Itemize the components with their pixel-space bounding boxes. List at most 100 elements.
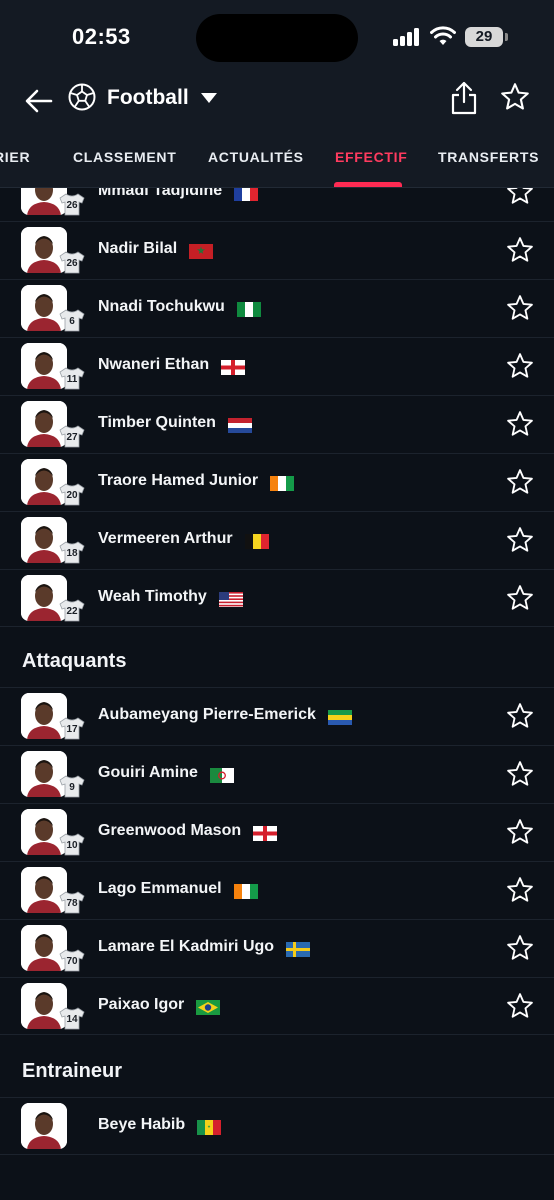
player-row[interactable]: 17 Aubameyang Pierre-Emerick: [0, 687, 554, 745]
player-name: Mmadi Tadjidine: [98, 188, 223, 199]
player-name: Timber Quinten: [98, 414, 216, 431]
flag-icon-ga: [327, 710, 352, 725]
jersey-number-icon: 9: [58, 774, 86, 798]
player-name: Traore Hamed Junior: [98, 472, 259, 489]
jersey-number-icon: 17: [58, 716, 86, 740]
player-row[interactable]: 14 Paixao Igor: [0, 977, 554, 1035]
star-outline-icon[interactable]: [506, 526, 534, 554]
flag-icon-se: [286, 942, 311, 957]
player-row[interactable]: 26 Mmadi Tadjidine: [0, 188, 554, 221]
status-bar: 02:53 29: [0, 0, 554, 76]
player-row[interactable]: 22 Weah Timothy: [0, 569, 554, 627]
player-name: Vermeeren Arthur: [98, 530, 233, 547]
flag-icon-fr: [234, 188, 259, 201]
flag-icon-ma: [189, 244, 214, 259]
flag-icon-be: [244, 534, 269, 549]
jersey-number-icon: 10: [58, 832, 86, 856]
jersey-number-icon: 18: [58, 540, 86, 564]
jersey-number-icon: 70: [58, 948, 86, 972]
jersey-number: 10: [66, 840, 78, 851]
player-row[interactable]: 6 Nnadi Tochukwu: [0, 279, 554, 337]
flag-icon-sn: [197, 1120, 222, 1135]
star-outline-icon[interactable]: [506, 352, 534, 380]
tab-transferts[interactable]: TRANSFERTS: [438, 149, 539, 165]
flag-icon-dz: [209, 768, 234, 783]
star-outline-icon[interactable]: [506, 876, 534, 904]
star-outline-icon[interactable]: [506, 702, 534, 730]
player-row[interactable]: 10 Greenwood Mason: [0, 803, 554, 861]
jersey-number-icon: 26: [58, 250, 86, 274]
jersey-number: 17: [66, 724, 78, 735]
flag-icon-ci: [233, 884, 258, 899]
jersey-number: 6: [69, 316, 75, 327]
jersey-number: 11: [66, 374, 78, 385]
share-icon[interactable]: [448, 80, 480, 116]
flag-icon-en: [253, 826, 278, 841]
jersey-number: 70: [66, 956, 78, 967]
player-row[interactable]: 20 Traore Hamed Junior: [0, 453, 554, 511]
flag-icon-ng: [236, 302, 261, 317]
jersey-number: 14: [66, 1014, 78, 1025]
dynamic-island: [196, 14, 358, 62]
top-app-bar: Football: [0, 76, 554, 126]
jersey-number: 26: [66, 258, 78, 269]
player-name: Lamare El Kadmiri Ugo: [98, 938, 275, 955]
star-outline-icon[interactable]: [506, 818, 534, 846]
player-name: Nadir Bilal: [98, 240, 178, 257]
player-row[interactable]: 18 Vermeeren Arthur: [0, 511, 554, 569]
player-row[interactable]: 11 Nwaneri Ethan: [0, 337, 554, 395]
active-tab-indicator: [334, 182, 402, 187]
jersey-number-icon: 6: [58, 308, 86, 332]
jersey-number: 9: [69, 782, 75, 793]
caret-down-icon[interactable]: [200, 92, 218, 104]
player-avatar: [21, 1103, 67, 1149]
jersey-number: 22: [66, 606, 78, 617]
flag-icon-br: [196, 1000, 221, 1015]
favorite-star-icon[interactable]: [500, 82, 530, 112]
jersey-number-icon: 26: [58, 192, 86, 216]
player-row[interactable]: 9 Gouiri Amine: [0, 745, 554, 803]
player-name: Paixao Igor: [98, 996, 185, 1013]
squad-list[interactable]: 26 Mmadi Tadjidine 26 Nadir Bilal 6 Nnadi Toc…: [0, 188, 554, 1200]
jersey-number-icon: 11: [58, 366, 86, 390]
jersey-number: 78: [66, 898, 78, 909]
star-outline-icon[interactable]: [506, 760, 534, 788]
flag-icon-en: [221, 360, 246, 375]
battery-indicator: 29: [465, 27, 503, 47]
tab-classement[interactable]: CLASSEMENT: [73, 149, 176, 165]
tab-actualites[interactable]: ACTUALITÉS: [208, 149, 304, 165]
tab-effectif[interactable]: EFFECTIF: [335, 149, 407, 165]
section-title: Entraineur: [22, 1060, 123, 1082]
star-outline-icon[interactable]: [506, 236, 534, 264]
jersey-number-icon: 27: [58, 424, 86, 448]
jersey-number: 27: [66, 432, 78, 443]
star-outline-icon[interactable]: [506, 992, 534, 1020]
jersey-number-icon: 78: [58, 890, 86, 914]
player-row[interactable]: 78 Lago Emmanuel: [0, 861, 554, 919]
star-outline-icon[interactable]: [506, 468, 534, 496]
tab-calendrier[interactable]: RIER: [0, 149, 30, 165]
arrow-left-icon[interactable]: [22, 84, 56, 118]
player-name: Beye Habib: [98, 1116, 186, 1133]
player-name: Nnadi Tochukwu: [98, 298, 225, 315]
soccer-ball-icon: [68, 83, 96, 111]
player-row[interactable]: Beye Habib: [0, 1097, 554, 1155]
jersey-number-icon: 20: [58, 482, 86, 506]
tab-bar: RIER CLASSEMENT ACTUALITÉS EFFECTIF TRAN…: [0, 126, 554, 188]
player-name: Weah Timothy: [98, 588, 207, 605]
player-row[interactable]: 70 Lamare El Kadmiri Ugo: [0, 919, 554, 977]
section-title: Attaquants: [22, 650, 127, 672]
player-row[interactable]: 27 Timber Quinten: [0, 395, 554, 453]
player-name: Nwaneri Ethan: [98, 356, 210, 373]
star-outline-icon[interactable]: [506, 294, 534, 322]
player-row[interactable]: 26 Nadir Bilal: [0, 221, 554, 279]
star-outline-icon[interactable]: [506, 934, 534, 962]
jersey-number: 20: [66, 490, 78, 501]
sport-selector-title[interactable]: Football: [107, 86, 189, 110]
star-outline-icon[interactable]: [506, 584, 534, 612]
flag-icon-us: [218, 592, 243, 607]
jersey-number-icon: 22: [58, 598, 86, 622]
star-outline-icon[interactable]: [506, 410, 534, 438]
battery-tip: [505, 33, 508, 41]
star-outline-icon[interactable]: [506, 188, 534, 206]
